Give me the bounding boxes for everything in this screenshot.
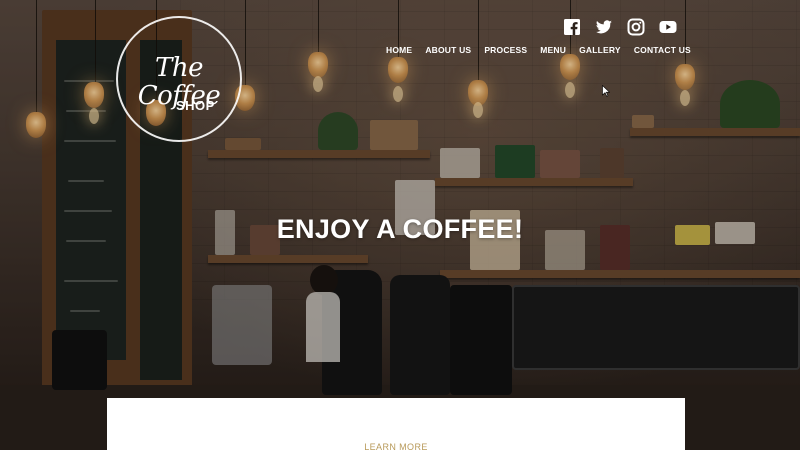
facebook-icon[interactable]	[563, 18, 581, 36]
mouse-cursor-icon	[602, 85, 610, 97]
learn-more-link[interactable]: LEARN MORE	[107, 442, 685, 450]
instagram-icon[interactable]	[627, 18, 645, 36]
youtube-icon[interactable]	[659, 18, 677, 36]
nav-item-home[interactable]: HOME	[386, 45, 412, 55]
nav-item-gallery[interactable]: GALLERY	[579, 45, 621, 55]
site-logo[interactable]: The Coffee SHOP	[116, 16, 242, 142]
nav-item-about-us[interactable]: ABOUT US	[425, 45, 471, 55]
nav-item-contact-us[interactable]: CONTACT US	[634, 45, 691, 55]
hero-headline: ENJOY A COFFEE!	[276, 214, 524, 244]
nav-item-menu[interactable]: MENU	[540, 45, 566, 55]
logo-subtitle: SHOP	[176, 98, 215, 113]
nav-item-process[interactable]: PROCESS	[484, 45, 527, 55]
social-links	[563, 18, 677, 36]
main-nav: HOME ABOUT US PROCESS MENU GALLERY CONTA…	[386, 45, 691, 55]
content-panel: LEARN MORE	[107, 398, 685, 450]
twitter-icon[interactable]	[595, 18, 613, 36]
